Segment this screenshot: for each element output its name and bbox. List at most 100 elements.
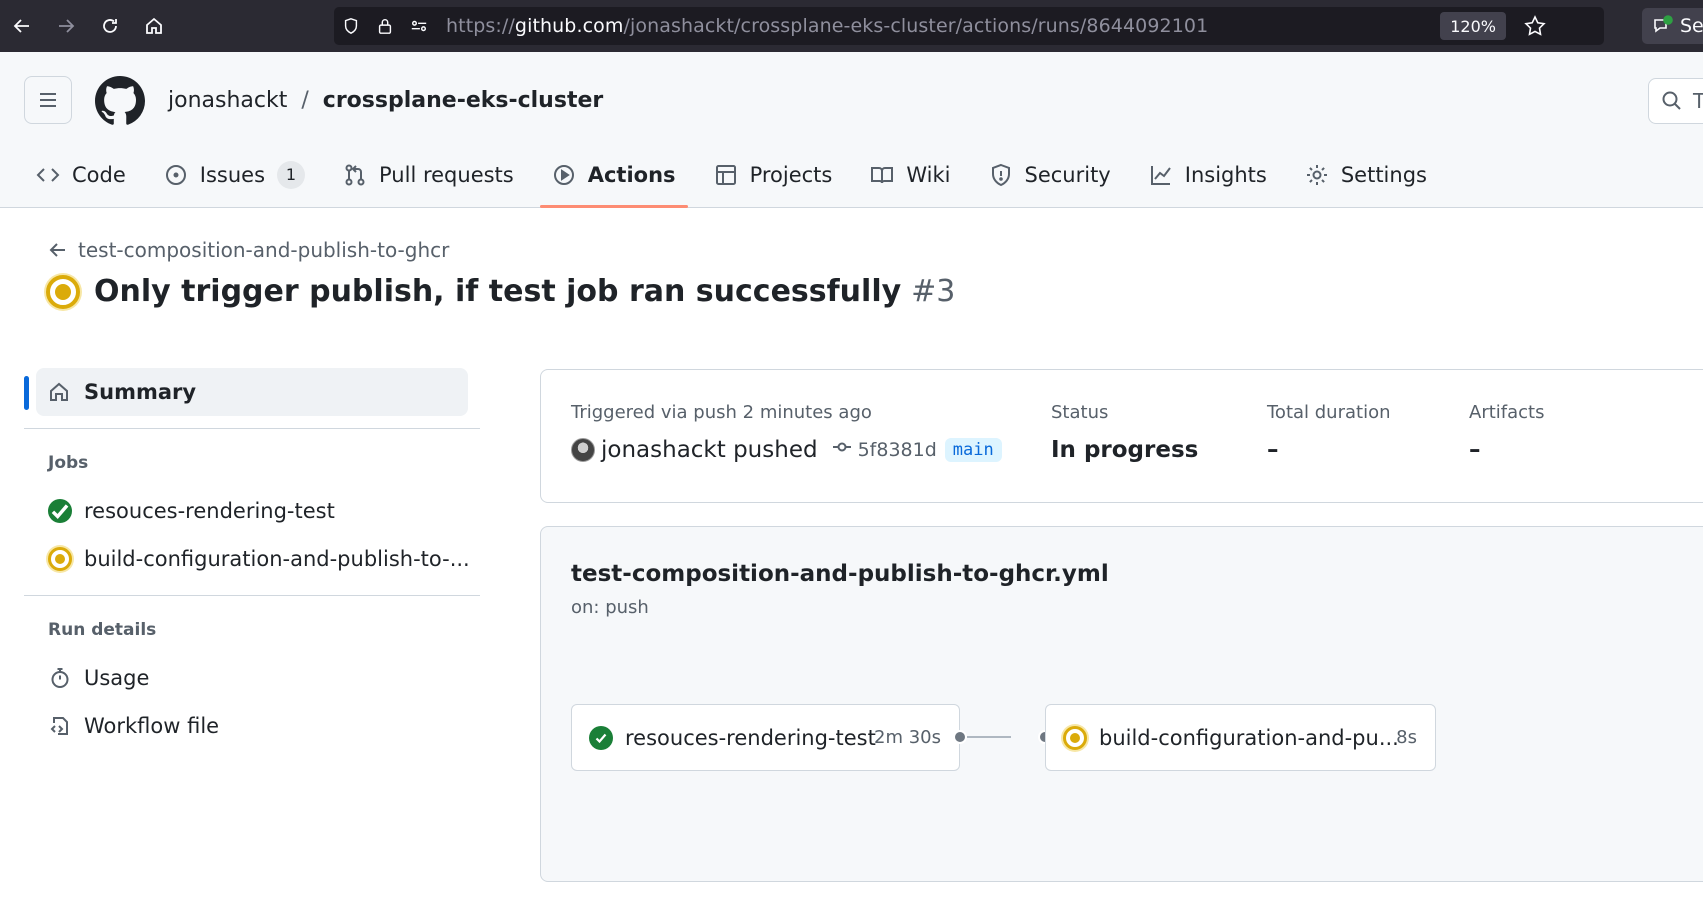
in-progress-icon [48, 547, 72, 571]
check-circle-icon [48, 499, 72, 523]
trigger-column: Triggered via push 2 minutes ago jonasha… [571, 402, 1002, 463]
job-name: resouces-rendering-test [625, 725, 876, 750]
issue-opened-icon [165, 165, 186, 185]
page-title: Only trigger publish, if test job ran su… [46, 274, 955, 309]
breadcrumb: jonashackt / crossplane-eks-cluster [168, 88, 603, 113]
tab-security[interactable]: Security [977, 152, 1123, 198]
arrow-right-icon [59, 19, 75, 33]
run-sidebar: Summary Jobs resouces-rendering-test bui… [24, 368, 480, 750]
sidebar-divider [24, 428, 480, 429]
tab-insights[interactable]: Insights [1137, 152, 1279, 198]
status-column: Status In progress [1051, 402, 1198, 463]
sidebar-item-workflow-file[interactable]: Workflow file [24, 702, 480, 750]
repo-link[interactable]: crossplane-eks-cluster [323, 88, 603, 113]
search-button[interactable]: T [1648, 78, 1703, 124]
workflow-file-title[interactable]: test-composition-and-publish-to-ghcr.yml [571, 561, 1109, 587]
lock-icon[interactable] [368, 17, 402, 35]
workflow-back-link[interactable]: test-composition-and-publish-to-ghcr [48, 238, 449, 262]
artifacts-column: Artifacts – [1469, 402, 1544, 463]
code-icon [36, 168, 60, 182]
browser-toolbar: https://github.com/jonashackt/crossplane… [0, 0, 1703, 52]
search-icon [1662, 91, 1681, 110]
home-button[interactable] [132, 0, 176, 52]
run-summary-card: Triggered via push 2 minutes ago jonasha… [540, 369, 1703, 503]
tab-code[interactable]: Code [24, 152, 138, 198]
tab-issues[interactable]: Issues 1 [152, 152, 317, 198]
duration-value: – [1267, 437, 1279, 463]
triggered-label: Triggered via push 2 minutes ago [571, 402, 872, 423]
job-node-success[interactable]: resouces-rendering-test 2m 30s [571, 704, 960, 771]
status-label: Status [1051, 402, 1109, 423]
forward-button[interactable] [44, 0, 88, 52]
gear-icon [1306, 165, 1327, 185]
actor-text[interactable]: jonashackt pushed [601, 437, 818, 463]
jobs-heading: Jobs [48, 453, 89, 473]
zoom-level-badge[interactable]: 120% [1440, 12, 1506, 40]
workflow-graph-card: test-composition-and-publish-to-ghcr.yml… [540, 526, 1703, 882]
git-commit-icon [832, 437, 852, 463]
arrow-left-icon [49, 243, 65, 257]
duration-column: Total duration – [1267, 402, 1391, 463]
run-number: #3 [911, 274, 956, 309]
artifacts-label: Artifacts [1469, 402, 1545, 423]
stopwatch-icon [51, 668, 69, 688]
in-progress-icon [1063, 725, 1087, 750]
breadcrumb-separator: / [301, 88, 309, 113]
sidebar-item-usage[interactable]: Usage [24, 654, 480, 702]
job-duration: 8s [1396, 727, 1417, 748]
duration-label: Total duration [1267, 402, 1391, 423]
owner-link[interactable]: jonashackt [168, 88, 287, 113]
tab-actions[interactable]: Actions [539, 152, 688, 208]
status-value: In progress [1051, 437, 1199, 463]
artifacts-value: – [1469, 437, 1481, 463]
job-connector-line [967, 736, 1011, 738]
run-title-text: Only trigger publish, if test job ran su… [94, 274, 902, 309]
reload-icon [103, 19, 117, 33]
home-icon [50, 382, 68, 401]
permissions-icon[interactable] [402, 17, 436, 35]
menu-button[interactable] [24, 76, 72, 124]
sidebar-item-summary[interactable]: Summary [24, 368, 468, 416]
book-icon [871, 167, 894, 184]
job-node-in-progress[interactable]: build-configuration-and-pu... 8s [1045, 704, 1436, 771]
chat-plus-icon [1654, 15, 1673, 33]
reload-button[interactable] [88, 0, 132, 52]
bookmark-star-icon[interactable] [1524, 15, 1546, 41]
in-progress-status-icon [46, 274, 80, 309]
back-button[interactable] [0, 0, 44, 52]
sidebar-job-in-progress[interactable]: build-configuration-and-publish-to-... [24, 535, 480, 583]
tab-projects[interactable]: Projects [702, 152, 845, 198]
tab-pull-requests[interactable]: Pull requests [331, 152, 526, 198]
hamburger-icon [40, 93, 56, 107]
git-pull-request-icon [345, 164, 365, 186]
extension-button[interactable]: Se [1642, 8, 1703, 44]
home-icon [146, 17, 162, 34]
arrow-left-icon [13, 19, 29, 33]
connector-start-dot [953, 730, 967, 744]
table-icon [715, 165, 736, 185]
url-bar[interactable]: https://github.com/jonashackt/crossplane… [334, 7, 1604, 45]
repo-tabs: Code Issues 1 Pull requests Actions Proj… [24, 152, 1453, 208]
play-icon [553, 165, 574, 185]
workflow-trigger: on: push [571, 597, 649, 618]
trigger-info: jonashackt pushed 5f8381d main [571, 437, 1002, 463]
shield-icon [991, 163, 1010, 187]
issues-counter: 1 [277, 161, 306, 189]
file-code-icon [50, 717, 68, 735]
check-circle-icon [589, 725, 613, 750]
tab-settings[interactable]: Settings [1293, 152, 1439, 198]
commit-sha-link[interactable]: 5f8381d [858, 439, 937, 461]
branch-badge[interactable]: main [944, 438, 1002, 462]
repo-header: jonashackt / crossplane-eks-cluster T Co… [0, 52, 1703, 208]
tracking-protection-icon[interactable] [334, 17, 368, 35]
run-details-heading: Run details [48, 620, 157, 640]
graph-icon [1150, 166, 1171, 185]
tab-wiki[interactable]: Wiki [858, 152, 962, 198]
job-name: build-configuration-and-pu... [1099, 725, 1399, 750]
github-logo-icon[interactable] [95, 76, 145, 126]
job-duration: 2m 30s [874, 727, 941, 748]
avatar[interactable] [571, 438, 595, 462]
sidebar-job-success[interactable]: resouces-rendering-test [24, 487, 480, 535]
sidebar-divider [24, 595, 480, 596]
url-text[interactable]: https://github.com/jonashackt/crossplane… [446, 15, 1208, 37]
